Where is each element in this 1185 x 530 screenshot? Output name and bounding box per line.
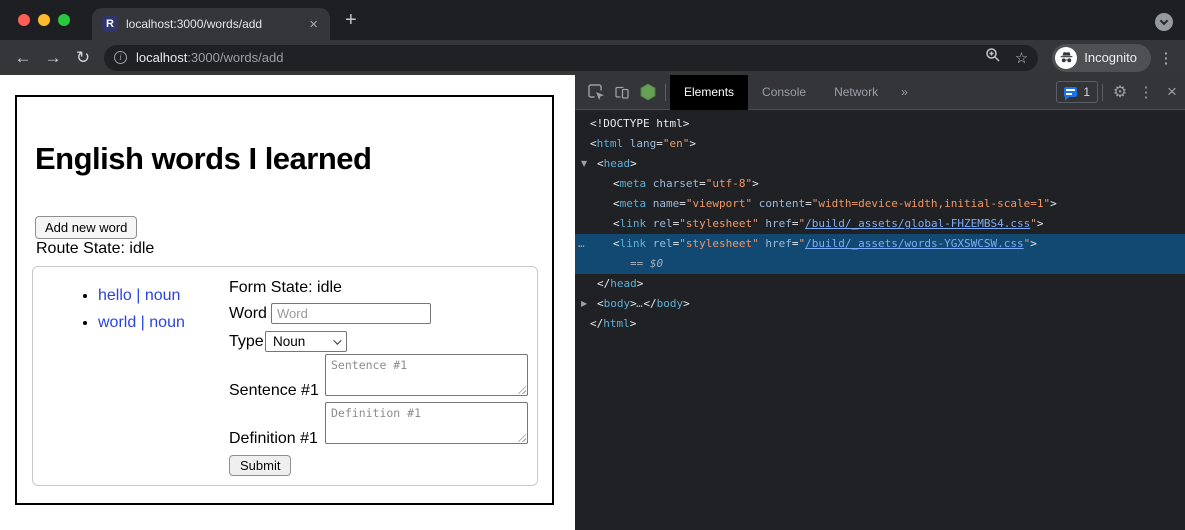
dom-node-line[interactable]: </html> — [575, 314, 1185, 334]
word-list-item: hello | noun — [98, 287, 185, 305]
back-button[interactable]: ← — [8, 48, 38, 68]
issues-counter[interactable]: 1 — [1056, 81, 1098, 103]
incognito-badge: Incognito — [1052, 44, 1151, 72]
dom-node-line[interactable]: ▼<head> — [575, 154, 1185, 174]
web-page: English words I learned Add new word Rou… — [0, 75, 575, 530]
chevron-down-icon — [1159, 17, 1167, 25]
tab-close-icon[interactable]: × — [307, 17, 320, 32]
issues-bubble-icon — [1064, 87, 1077, 97]
window-minimize-button[interactable] — [38, 14, 50, 26]
reload-button[interactable]: ↻ — [68, 48, 98, 68]
type-label: Type — [229, 333, 264, 351]
incognito-icon — [1055, 47, 1077, 69]
more-tabs-icon[interactable]: » — [892, 85, 917, 99]
word-list-item: world | noun — [98, 314, 185, 332]
expand-closed-icon[interactable]: ▶ — [581, 294, 587, 314]
word-link[interactable]: world | noun — [98, 314, 185, 331]
devtools-toolbar: Elements Console Network » 1 ⚙ ⋮ × — [575, 75, 1185, 110]
submit-button[interactable]: Submit — [229, 455, 291, 476]
device-toolbar-icon[interactable] — [609, 79, 635, 105]
incognito-label: Incognito — [1084, 50, 1137, 65]
inspect-element-icon[interactable] — [583, 79, 609, 105]
divider — [665, 84, 666, 101]
word-label: Word — [229, 305, 267, 323]
dom-node-line[interactable]: <link rel="stylesheet" href="/build/_ass… — [575, 214, 1185, 234]
issues-count: 1 — [1083, 85, 1090, 99]
node-icon[interactable] — [635, 79, 661, 105]
window-close-button[interactable] — [18, 14, 30, 26]
add-new-word-button[interactable]: Add new word — [35, 216, 137, 239]
devtools-tab-console[interactable]: Console — [748, 75, 820, 110]
dom-node-line[interactable]: <meta charset="utf-8"> — [575, 174, 1185, 194]
dom-node-line[interactable]: <meta name="viewport" content="width=dev… — [575, 194, 1185, 214]
type-select-value: Noun — [273, 334, 305, 349]
form-state-text: Form State: idle — [229, 279, 342, 297]
expand-open-icon[interactable]: ▼ — [581, 154, 587, 174]
devtools-panel: Elements Console Network » 1 ⚙ ⋮ × <!DOC… — [575, 75, 1185, 530]
bookmark-star-icon[interactable]: ☆ — [1015, 49, 1028, 67]
dom-node-line[interactable]: </head> — [575, 274, 1185, 294]
dom-node-line[interactable]: ▶<body>…</body> — [575, 294, 1185, 314]
browser-toolbar: ← → ↻ i localhost:3000/words/add ☆ — [0, 40, 1185, 75]
tab-title: localhost:3000/words/add — [126, 17, 307, 31]
window-zoom-button[interactable] — [58, 14, 70, 26]
type-select[interactable]: Noun — [265, 331, 347, 352]
devtools-tab-elements[interactable]: Elements — [670, 75, 748, 110]
traffic-lights — [18, 14, 70, 26]
remix-favicon: R — [102, 16, 118, 32]
divider — [1102, 84, 1103, 101]
browser-tab[interactable]: R localhost:3000/words/add × — [92, 8, 330, 40]
node-options-ellipsis[interactable]: … — [578, 234, 585, 254]
page-title: English words I learned — [35, 141, 371, 177]
dom-node-line[interactable]: <!DOCTYPE html> — [575, 114, 1185, 134]
new-tab-button[interactable]: + — [345, 9, 357, 32]
route-state-text: Route State: idle — [36, 240, 154, 258]
forward-button[interactable]: → — [38, 48, 68, 68]
word-link[interactable]: hello | noun — [98, 287, 180, 304]
site-info-icon[interactable]: i — [114, 51, 127, 64]
dom-tree: <!DOCTYPE html><html lang="en">▼<head><m… — [575, 110, 1185, 334]
dom-node-line[interactable]: <html lang="en"> — [575, 134, 1185, 154]
word-list: hello | noun world | noun — [80, 287, 185, 341]
word-input[interactable] — [271, 303, 431, 324]
devtools-close-icon[interactable]: × — [1159, 79, 1185, 105]
devtools-tab-network[interactable]: Network — [820, 75, 892, 110]
dom-node-line[interactable]: …<link rel="stylesheet" href="/build/_as… — [575, 234, 1185, 254]
sentence-label: Sentence #1 — [229, 382, 319, 400]
zoom-page-icon[interactable] — [985, 47, 1001, 68]
page-container: English words I learned Add new word Rou… — [15, 95, 554, 505]
definition-label: Definition #1 — [229, 430, 318, 448]
tab-search-button[interactable] — [1155, 13, 1173, 31]
sentence-textarea[interactable] — [325, 354, 528, 396]
browser-menu-icon[interactable]: ⋮ — [1155, 49, 1177, 67]
tab-strip: R localhost:3000/words/add × + — [0, 0, 1185, 40]
dom-node-line[interactable]: == $0 — [575, 254, 1185, 274]
address-bar[interactable]: i localhost:3000/words/add ☆ — [104, 45, 1038, 71]
settings-gear-icon[interactable]: ⚙ — [1107, 79, 1133, 105]
url-text: localhost:3000/words/add — [136, 50, 971, 65]
definition-textarea[interactable] — [325, 402, 528, 444]
chevron-down-icon — [333, 336, 341, 344]
browser-window: R localhost:3000/words/add × + ← → ↻ i l… — [0, 0, 1185, 530]
words-panel: hello | noun world | noun Form State: idl… — [32, 266, 538, 486]
devtools-menu-icon[interactable]: ⋮ — [1133, 79, 1159, 105]
